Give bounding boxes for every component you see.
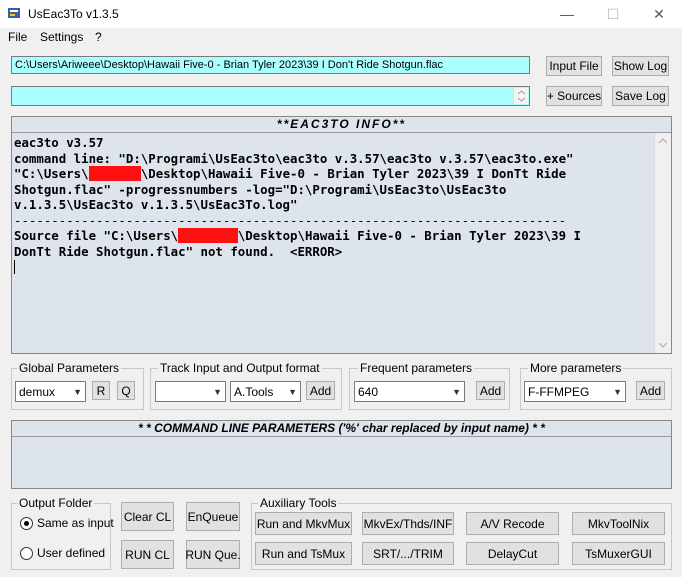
minimize-button[interactable]: —	[544, 0, 590, 28]
redacted-username: XXXXXXX	[88, 166, 141, 181]
global-params-select[interactable]: demux ▼	[15, 381, 86, 402]
sources-spinner[interactable]	[513, 88, 528, 104]
text-caret	[14, 260, 15, 274]
log-line: eac3to v3.57	[14, 135, 104, 150]
log-line: command line: "D:\Programi\UsEac3to\eac3…	[14, 150, 574, 166]
clear-cl-button[interactable]: Clear CL	[121, 502, 174, 531]
title-bar: UsEac3To v1.3.5 — ☐ ✕	[0, 0, 682, 28]
app-icon	[7, 6, 21, 20]
tsmuxergui-button[interactable]: TsMuxerGUI	[572, 542, 665, 565]
spinner-arrows-icon	[517, 90, 526, 102]
window-title: UsEac3To v1.3.5	[28, 7, 119, 21]
scroll-up-icon[interactable]	[658, 137, 668, 145]
mkvtoolnix-button[interactable]: MkvToolNix	[572, 512, 665, 535]
r-button[interactable]: R	[92, 381, 110, 400]
log-fragment: "C:\Users\	[14, 166, 89, 181]
input-file-button[interactable]: Input File	[546, 56, 602, 76]
run-mkvmux-button[interactable]: Run and MkvMux	[255, 512, 352, 535]
menu-settings-label: Settings	[40, 30, 84, 44]
frequent-params-value: 640	[358, 384, 379, 399]
chevron-down-icon: ▼	[452, 386, 461, 397]
same-as-input-label: Same as input	[37, 516, 114, 530]
input-path-field[interactable]: C:\Users\Ariweee\Desktop\Hawaii Five-0 -…	[11, 56, 530, 74]
more-add-button[interactable]: Add	[636, 381, 665, 400]
output-format-select[interactable]: A.Tools ▼	[230, 381, 301, 402]
same-as-input-radio[interactable]	[20, 517, 33, 530]
sources-field[interactable]	[11, 86, 530, 106]
av-recode-button[interactable]: A/V Recode	[466, 512, 559, 535]
log-fragment: \Desktop\Hawaii Five-0 - Brian Tyler 202…	[140, 166, 567, 181]
menu-help[interactable]: ?	[95, 28, 102, 46]
output-format-value: A.Tools	[234, 384, 274, 399]
output-folder-label: Output Folder	[17, 496, 95, 510]
log-line: "C:\Users\XXXXXXX\Desktop\Hawaii Five-0 …	[14, 166, 652, 182]
save-log-button[interactable]: Save Log	[612, 86, 669, 106]
command-line-header: * * COMMAND LINE PARAMETERS ('%' char re…	[12, 421, 671, 437]
maximize-button[interactable]: ☐	[590, 0, 636, 28]
user-defined-label: User defined	[37, 546, 106, 560]
log-line: v.1.3.5\UsEac3to v.1.3.5\UsEac3To.log"	[14, 197, 298, 212]
scroll-down-icon[interactable]	[658, 341, 668, 349]
run-cl-button[interactable]: RUN CL	[121, 540, 174, 569]
q-button[interactable]: Q	[117, 381, 135, 400]
info-panel-header: **EAC3TO INFO**	[12, 117, 671, 133]
run-queue-button[interactable]: RUN Que.	[185, 540, 241, 569]
chevron-down-icon: ▼	[288, 386, 297, 397]
menu-settings[interactable]: Settings	[40, 28, 83, 46]
log-line: DonTt Ride Shotgun.flac" not found. <ERR…	[14, 243, 343, 259]
redacted-username: XXXXXXXX	[178, 228, 238, 243]
command-line-input[interactable]	[12, 438, 671, 488]
enqueue-button[interactable]: EnQueue	[186, 502, 240, 531]
chevron-down-icon: ▼	[213, 386, 222, 397]
user-defined-radio[interactable]	[20, 547, 33, 560]
chevron-down-icon: ▼	[613, 386, 622, 397]
log-separator: ----------------------------------------…	[14, 212, 567, 228]
log-line: Shotgun.flac" -progressnumbers -log="D:\…	[14, 181, 507, 197]
eac3to-info-panel: **EAC3TO INFO** eac3to v3.57 command line…	[11, 116, 672, 354]
mkvex-button[interactable]: MkvEx/Thds/INF	[362, 512, 454, 535]
log-line: Source file "C:\Users\XXXXXXXX\Desktop\H…	[14, 228, 652, 244]
chevron-down-icon: ▼	[73, 386, 82, 397]
frequent-params-select[interactable]: 640 ▼	[354, 381, 465, 402]
track-format-label: Track Input and Output format	[158, 361, 322, 375]
track-add-button[interactable]: Add	[306, 381, 335, 400]
menu-bar: File Settings ?	[0, 28, 682, 46]
info-scrollbar[interactable]	[654, 133, 671, 353]
delaycut-button[interactable]: DelayCut	[466, 542, 559, 565]
menu-help-label: ?	[95, 30, 102, 44]
command-line-panel: * * COMMAND LINE PARAMETERS ('%' char re…	[11, 420, 672, 489]
more-params-select[interactable]: F-FFMPEG ▼	[524, 381, 626, 402]
srt-trim-button[interactable]: SRT/.../TRIM	[362, 542, 454, 565]
global-params-value: demux	[19, 384, 56, 399]
frequent-parameters-label: Frequent parameters	[358, 361, 475, 375]
frequent-add-button[interactable]: Add	[476, 381, 505, 400]
menu-file-label: File	[8, 30, 28, 44]
show-log-button[interactable]: Show Log	[612, 56, 669, 76]
track-input-select[interactable]: ▼	[155, 381, 226, 402]
add-sources-button[interactable]: + Sources	[546, 86, 602, 106]
close-button[interactable]: ✕	[636, 0, 682, 28]
global-parameters-label: Global Parameters	[17, 361, 122, 375]
log-fragment: \Desktop\Hawaii Five-0 - Brian Tyler 202…	[237, 228, 581, 243]
log-fragment: Source file "C:\Users\	[14, 228, 179, 243]
run-tsmux-button[interactable]: Run and TsMux	[255, 542, 352, 565]
more-parameters-label: More parameters	[528, 361, 624, 375]
menu-file[interactable]: File	[8, 28, 27, 46]
more-params-value: F-FFMPEG	[528, 384, 590, 399]
info-log-text[interactable]: eac3to v3.57 command line: "D:\Programi\U…	[14, 135, 652, 351]
auxiliary-tools-label: Auxiliary Tools	[258, 496, 339, 510]
